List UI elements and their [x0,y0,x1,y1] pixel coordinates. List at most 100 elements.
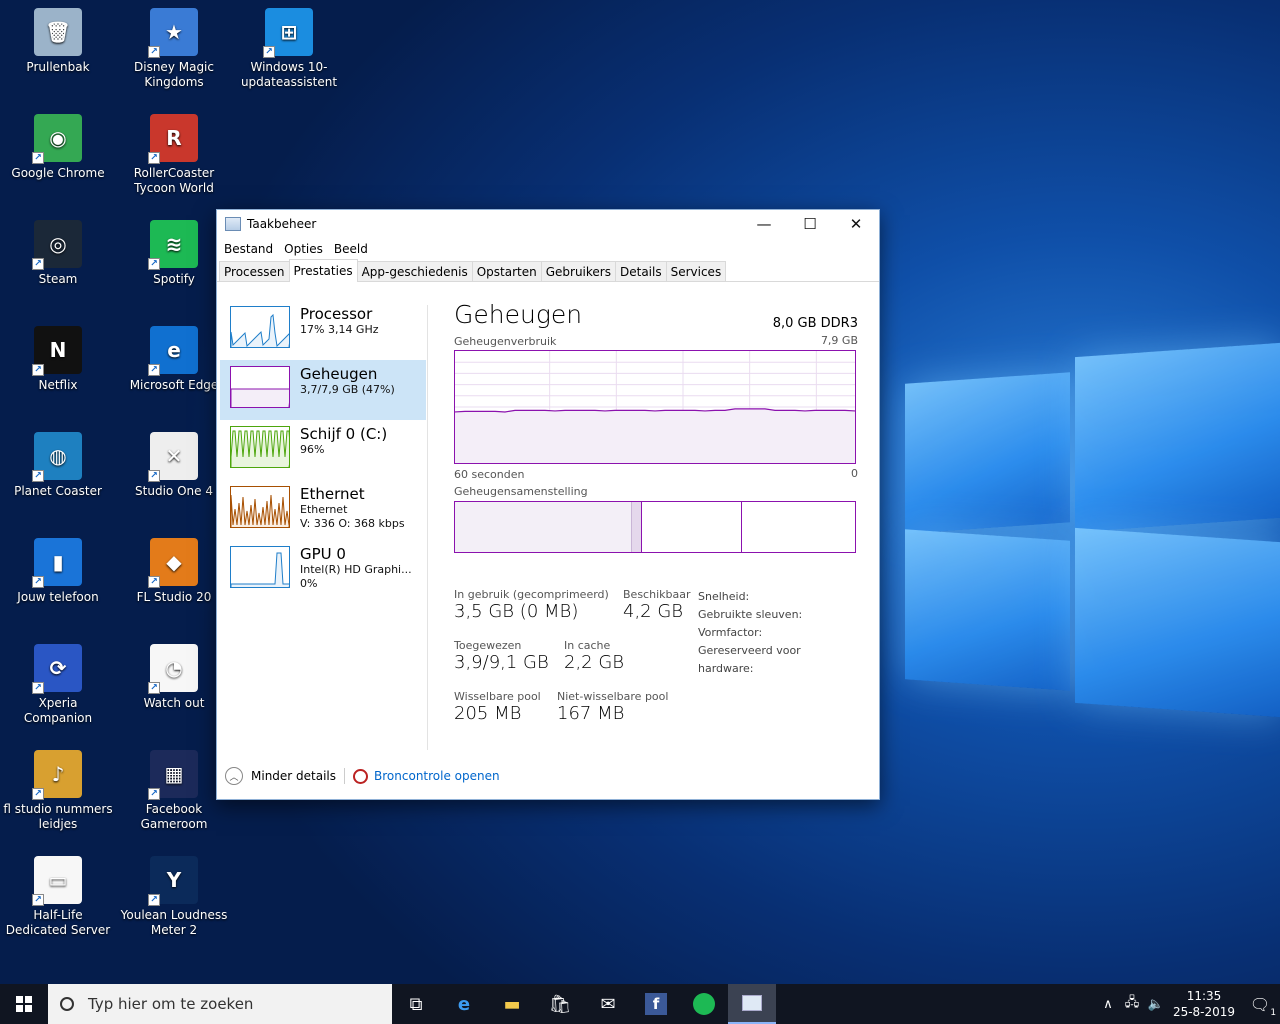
desktop-icon-microsoft-edge[interactable]: e ↗ Microsoft Edge [119,326,229,393]
file-explorer-icon[interactable]: ▬ [488,984,536,1024]
task-manager-taskbar-icon[interactable] [728,984,776,1024]
resource-monitor-icon [353,768,369,784]
desktop-icon-label: Prullenbak [26,60,90,74]
tab-processen[interactable]: Processen [219,261,290,281]
desktop-icon-label: FL Studio 20 [136,590,212,604]
resource-value: Intel(R) HD Graphi... [300,563,412,576]
search-placeholder: Typ hier om te zoeken [88,995,254,1013]
desktop-icon-rollercoaster-tycoon-world[interactable]: R ↗ RollerCoaster Tycoon World [119,114,229,196]
shortcut-arrow-icon: ↗ [32,258,44,270]
memory-spec: 8,0 GB DDR3 [772,316,858,331]
shortcut-arrow-icon: ↗ [32,576,44,588]
edge-taskbar-icon[interactable]: e [440,984,488,1024]
tab-app-geschiedenis[interactable]: App-geschiedenis [356,261,473,281]
desktop-icon-label: Steam [38,272,78,286]
window-title: Taakbeheer [247,217,317,231]
chevron-up-icon[interactable]: ︿ [225,767,243,785]
nonpaged-pool-value: 167 MB [557,703,625,724]
app-icon: ♪ ↗ [32,750,82,800]
chevron-up-tray-icon[interactable]: ∧ [1096,997,1120,1012]
app-icon: ◔ ↗ [148,644,198,694]
cached-label: In cache [564,639,611,652]
resource-name: Schijf 0 (C:) [300,425,388,443]
desktop-icon-planet-coaster[interactable]: ◍ ↗ Planet Coaster [3,432,113,499]
resource-list: Processor 17% 3,14 GHz Geheugen 3,7/7,9 GB … [220,300,426,600]
desktop-icon-youlean-loudness-meter-2[interactable]: Y ↗ Youlean Loudness Meter 2 [119,856,229,938]
desktop-icon-label: RollerCoaster Tycoon World [133,166,215,195]
resource-value: 3,7/7,9 GB (47%) [300,383,395,396]
resource-schijf-0-c-[interactable]: Schijf 0 (C:) 96% [220,420,426,480]
in-use-label: In gebruik (gecomprimeerd) [454,588,609,601]
resource-mini-graph [230,486,292,528]
desktop-icon-spotify[interactable]: ≋ ↗ Spotify [119,220,229,287]
desktop-icon-disney-magic-kingdoms[interactable]: ★ ↗ Disney Magic Kingdoms [119,8,229,90]
start-button[interactable] [0,984,48,1024]
desktop-icon-fl-studio-20[interactable]: ◆ ↗ FL Studio 20 [119,538,229,605]
menu-opties[interactable]: Opties [281,242,331,256]
facebook-icon[interactable]: f [632,984,680,1024]
shortcut-arrow-icon: ↗ [148,46,160,58]
app-icon: Y ↗ [148,856,198,906]
maximize-button[interactable]: ☐ [787,210,833,238]
notification-icon[interactable]: 🗨 1 [1240,995,1280,1018]
notification-count: 1 [1270,1007,1277,1018]
network-icon[interactable]: 🖧 [1120,993,1144,1015]
memory-composition-bar [454,501,856,553]
task-manager-window[interactable]: Taakbeheer — ☐ ✕ Bestand Opties Beeld Pr… [216,209,880,800]
volume-icon[interactable]: 🔈 [1144,997,1168,1012]
desktop-icon-facebook-gameroom[interactable]: ▦ ↗ Facebook Gameroom [119,750,229,832]
menu-bestand[interactable]: Bestand [221,242,281,256]
clock-time: 11:35 [1186,989,1222,1003]
shortcut-arrow-icon: ↗ [32,470,44,482]
desktop-icon-prullenbak[interactable]: 🗑 Prullenbak [3,8,113,75]
desktop-icon-steam[interactable]: ◎ ↗ Steam [3,220,113,287]
shortcut-arrow-icon: ↗ [148,788,160,800]
usage-graph-max: 7,9 GB [820,334,858,347]
mail-icon[interactable]: ✉ [584,984,632,1024]
desktop-icon-label: Youlean Loudness Meter 2 [120,908,228,937]
close-button[interactable]: ✕ [833,210,879,238]
app-icon: R ↗ [148,114,198,164]
committed-value: 3,9/9,1 GB [454,652,549,673]
desktop-icon-label: Watch out [143,696,205,710]
tab-gebruikers[interactable]: Gebruikers [540,261,616,281]
resource-gpu-0[interactable]: GPU 0 Intel(R) HD Graphi... 0% [220,540,426,600]
clock-date: 25-8-2019 [1172,1005,1236,1019]
desktop-icon-half-life-dedicated-server[interactable]: ▭ ↗ Half-Life Dedicated Server [3,856,113,938]
menu-beeld[interactable]: Beeld [331,242,376,256]
task-view-icon[interactable]: ⧉ [392,984,440,1024]
desktop-icon-google-chrome[interactable]: ◉ ↗ Google Chrome [3,114,113,181]
desktop-icon-jouw-telefoon[interactable]: ▮ ↗ Jouw telefoon [3,538,113,605]
desktop-icon-xperia-companion[interactable]: ⟳ ↗ Xperia Companion [3,644,113,726]
shortcut-arrow-icon: ↗ [148,576,160,588]
desktop-icon-studio-one-4[interactable]: ✕ ↗ Studio One 4 [119,432,229,499]
open-resource-monitor-link[interactable]: Broncontrole openen [374,769,500,783]
minimize-button[interactable]: — [741,210,787,238]
fewer-details-link[interactable]: Minder details [251,769,336,783]
spotify-taskbar-icon[interactable] [680,984,728,1024]
tab-opstarten[interactable]: Opstarten [471,261,542,281]
desktop-icon-windows-10-updateassistent[interactable]: ⊞ ↗ Windows 10-updateassistent [234,8,344,90]
shortcut-arrow-icon: ↗ [148,470,160,482]
memory-detail-panel: Geheugen 8,0 GB DDR3 Geheugenverbruik 7,… [454,300,858,724]
store-icon[interactable]: 🛍 [536,984,584,1024]
tab-prestaties[interactable]: Prestaties [288,259,358,282]
desktop-icon-fl-studio-nummers-leidjes[interactable]: ♪ ↗ fl studio nummers leidjes [3,750,113,832]
desktop-icon-label: Xperia Companion [23,696,93,725]
resource-processor[interactable]: Processor 17% 3,14 GHz [220,300,426,360]
desktop-icon-netflix[interactable]: N ↗ Netflix [3,326,113,393]
desktop-icon-watch-out[interactable]: ◔ ↗ Watch out [119,644,229,711]
tab-details[interactable]: Details [614,261,667,281]
tab-services[interactable]: Services [665,261,727,281]
app-icon: ◎ ↗ [32,220,82,270]
resource-name: Processor [300,305,373,323]
title-bar[interactable]: Taakbeheer — ☐ ✕ [217,210,879,238]
taskbar-search[interactable]: Typ hier om te zoeken [48,984,392,1024]
resource-ethernet[interactable]: Ethernet Ethernet V: 336 O: 368 kbps [220,480,426,540]
formfactor-label: Vormfactor: [698,626,763,639]
desktop-icon-label: fl studio nummers leidjes [3,802,113,831]
resource-geheugen[interactable]: Geheugen 3,7/7,9 GB (47%) [220,360,426,420]
clock[interactable]: 11:35 25-8-2019 [1168,988,1240,1020]
app-icon: ◉ ↗ [32,114,82,164]
desktop-icon-label: Disney Magic Kingdoms [134,60,214,89]
